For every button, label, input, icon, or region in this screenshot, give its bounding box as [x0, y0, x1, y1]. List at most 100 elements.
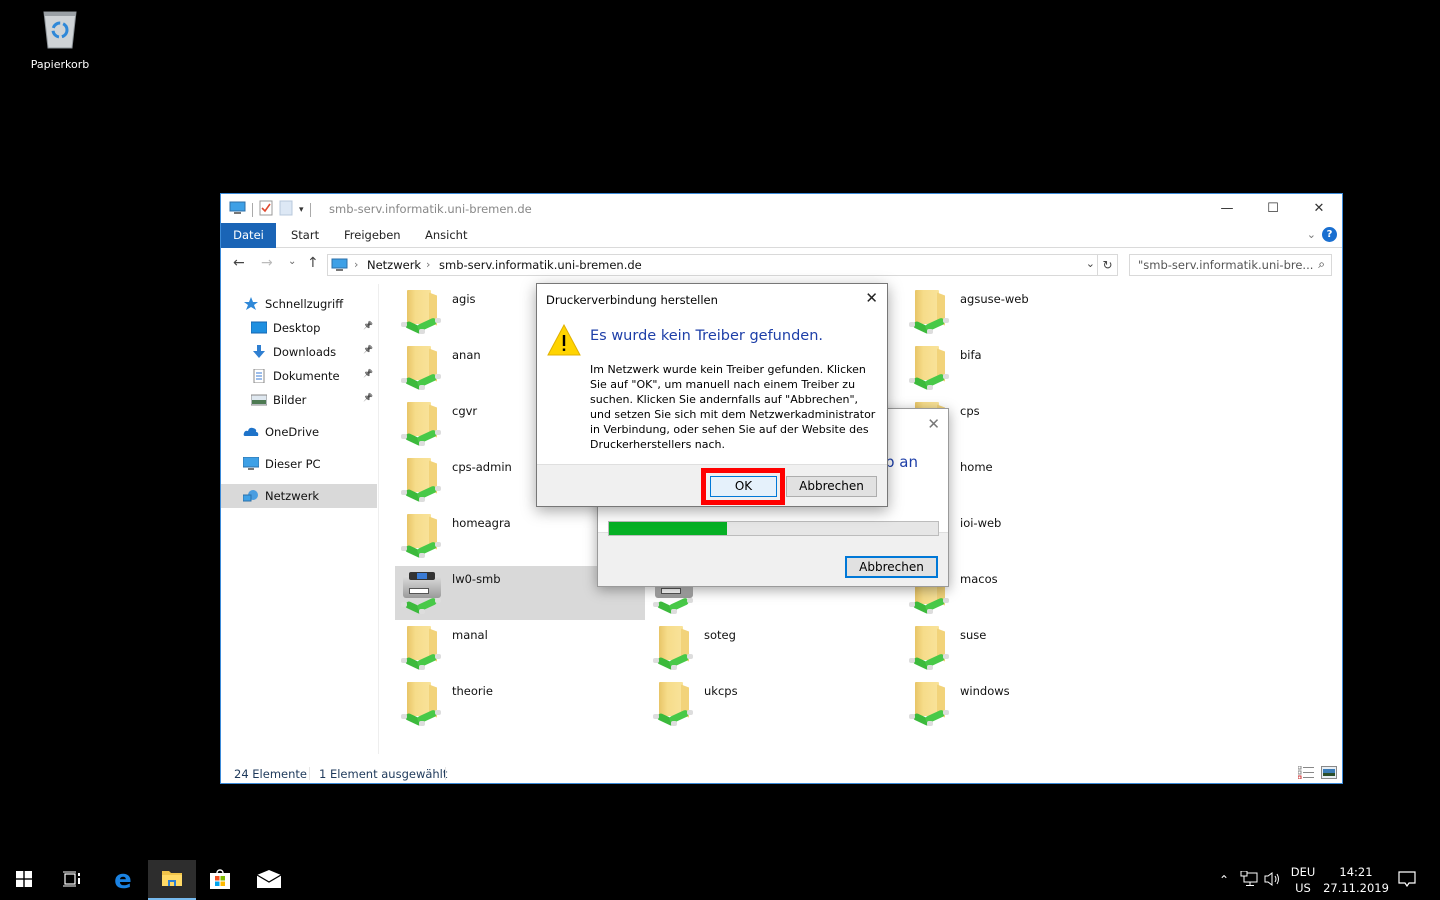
sidebar-item-label: OneDrive [265, 425, 320, 439]
breadcrumb-separator-icon[interactable]: › [426, 258, 430, 271]
mail-button[interactable] [245, 860, 293, 900]
tab-datei[interactable]: Datei [221, 223, 276, 248]
clock-date: 27.11.2019 [1323, 881, 1389, 895]
close-button[interactable]: ✕ [927, 415, 940, 433]
sidebar-item-onedrive[interactable]: OneDrive [221, 420, 377, 444]
expand-ribbon-icon[interactable]: ⌄ [1307, 228, 1316, 241]
ok-button[interactable]: OK [710, 476, 777, 497]
forward-button[interactable]: → [261, 255, 273, 271]
address-dropdown-icon[interactable]: ⌄ [1086, 257, 1095, 270]
item-name: cps-admin [452, 460, 512, 474]
share-folder-item[interactable]: manal [395, 622, 645, 676]
close-button[interactable]: ✕ [1296, 194, 1342, 223]
task-view-button[interactable] [48, 860, 96, 900]
search-icon: ⌕ [1318, 257, 1325, 271]
windows-logo-icon [16, 870, 32, 890]
details-view-icon[interactable] [1297, 765, 1314, 780]
close-icon: ✕ [1313, 201, 1325, 216]
sidebar-item-label: Desktop [273, 321, 321, 335]
action-center-button[interactable] [1395, 860, 1419, 900]
start-button[interactable] [0, 860, 48, 900]
network-icon [1240, 870, 1258, 890]
speaker-icon [1264, 871, 1282, 890]
network-folder-icon [399, 514, 443, 560]
pin-icon: 📌 [363, 321, 373, 330]
desktop-icon-recycle-bin[interactable]: Papierkorb [22, 8, 98, 78]
network-status-button[interactable] [1238, 860, 1260, 900]
search-input[interactable]: "smb-serv.informatik.uni-bre... ⌕ [1129, 254, 1332, 276]
item-name: cgvr [452, 404, 478, 418]
pictures-icon [250, 393, 268, 407]
divider [309, 767, 310, 780]
pin-icon: 📌 [363, 369, 373, 378]
clock[interactable]: 14:21 27.11.2019 [1318, 864, 1394, 896]
task-view-icon [63, 871, 81, 890]
item-name: windows [960, 684, 1010, 698]
sidebar-item-downloads[interactable]: Downloads 📌 [221, 340, 377, 364]
large-icons-view-icon[interactable] [1321, 766, 1337, 779]
language-code: DEU [1290, 865, 1316, 879]
mail-icon [256, 869, 282, 892]
sidebar-item-label: Bilder [273, 393, 307, 407]
refresh-button[interactable]: ↻ [1097, 255, 1117, 275]
sidebar-item-schnellzugriff[interactable]: Schnellzugriff [221, 292, 377, 316]
up-button[interactable]: ↑ [307, 255, 319, 271]
maximize-button[interactable]: ☐ [1250, 194, 1296, 223]
share-folder-item[interactable]: soteg [647, 622, 897, 676]
customize-toolbar-icon[interactable]: ▾ [299, 205, 304, 215]
new-folder-icon[interactable] [279, 200, 293, 219]
sidebar-item-netzwerk[interactable]: Netzwerk [221, 484, 377, 508]
edge-button[interactable]: e [99, 860, 147, 900]
network-icon [242, 489, 259, 503]
minimize-button[interactable]: — [1204, 194, 1250, 223]
tab-ansicht[interactable]: Ansicht [411, 223, 481, 248]
share-folder-item[interactable]: ukcps [647, 678, 897, 732]
item-name: theorie [452, 684, 493, 698]
sidebar-item-desktop[interactable]: Desktop 📌 [221, 316, 377, 340]
folder-icon [161, 869, 183, 890]
close-button[interactable]: ✕ [865, 289, 878, 307]
input-language-button[interactable]: DEU US [1289, 864, 1317, 896]
item-name: macos [960, 572, 998, 586]
network-folder-icon [651, 682, 695, 728]
sidebar-item-bilder[interactable]: Bilder 📌 [221, 388, 377, 412]
show-hidden-icons-button[interactable]: ⌃ [1214, 860, 1234, 900]
item-name: ukcps [704, 684, 738, 698]
sidebar-item-dieser-pc[interactable]: Dieser PC [221, 452, 377, 476]
share-folder-item[interactable]: bifa [903, 342, 1153, 396]
recent-locations-button[interactable]: ⌄ [288, 256, 296, 267]
share-folder-item[interactable]: theorie [395, 678, 645, 732]
store-button[interactable] [196, 860, 244, 900]
pin-icon: 📌 [363, 393, 373, 402]
item-name: soteg [704, 628, 736, 642]
item-name: ioi-web [960, 516, 1002, 530]
breadcrumb-netzwerk[interactable]: Netzwerk [367, 258, 421, 272]
sidebar-item-dokumente[interactable]: Dokumente 📌 [221, 364, 377, 388]
network-folder-icon [399, 458, 443, 504]
share-folder-item[interactable]: windows [903, 678, 1153, 732]
computer-icon [229, 201, 246, 218]
share-folder-item[interactable]: suse [903, 622, 1153, 676]
address-bar[interactable]: › Netzwerk › smb-serv.informatik.uni-bre… [327, 254, 1118, 276]
volume-button[interactable] [1262, 860, 1284, 900]
help-icon[interactable]: ? [1322, 227, 1337, 242]
breadcrumb-server[interactable]: smb-serv.informatik.uni-bremen.de [439, 258, 642, 272]
item-name: anan [452, 348, 481, 362]
item-name: suse [960, 628, 987, 642]
cancel-button[interactable]: Abbrechen [786, 476, 877, 497]
file-explorer-button[interactable] [148, 860, 196, 900]
network-printer-icon [399, 570, 443, 616]
tab-freigeben[interactable]: Freigeben [330, 223, 415, 248]
desktop-icon [250, 321, 268, 335]
tab-start[interactable]: Start [277, 223, 333, 248]
properties-icon[interactable] [259, 200, 273, 219]
breadcrumb-separator-icon[interactable]: › [354, 258, 358, 271]
back-button[interactable]: ← [233, 255, 245, 271]
progress-dialog-heading: p an [885, 453, 918, 471]
keyboard-layout: US [1295, 881, 1311, 895]
share-folder-item[interactable]: agsuse-web [903, 286, 1153, 340]
ribbon: Datei Start Freigeben Ansicht ⌄ ? [221, 223, 1342, 248]
progress-cancel-button[interactable]: Abbrechen [845, 556, 938, 578]
sidebar-item-label: Dokumente [273, 369, 340, 383]
minimize-icon: — [1220, 201, 1234, 216]
